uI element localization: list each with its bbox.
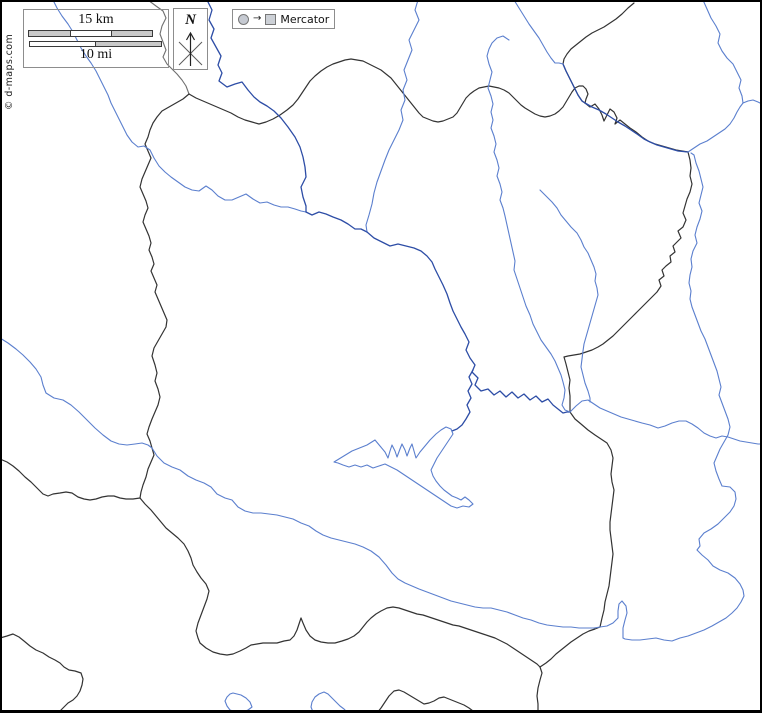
river-from-top-center bbox=[366, 0, 419, 232]
compass-rose-icon bbox=[175, 29, 206, 67]
boundary-to-river-junction bbox=[540, 627, 600, 667]
boundary-ne-from-top bbox=[563, 3, 634, 103]
scale-bar-segment bbox=[111, 31, 152, 36]
river-reservoir-channel bbox=[452, 370, 473, 431]
river-mid-se bbox=[540, 190, 598, 402]
projection-arrow-icon: → bbox=[253, 14, 261, 24]
reservoir-outline bbox=[334, 427, 473, 508]
scale-km-label: 15 km bbox=[24, 12, 168, 28]
scale-bar-km bbox=[28, 30, 153, 37]
river-southwest-long bbox=[0, 338, 600, 628]
projection-name: Mercator bbox=[280, 13, 329, 26]
river-ne-dark bbox=[563, 64, 688, 152]
boundary-west bbox=[140, 94, 189, 498]
map-canvas: © d-maps.com 15 km 10 mi N → Mercator bbox=[0, 0, 762, 713]
boundary-from-west-edge bbox=[0, 459, 140, 500]
river-center-ns bbox=[487, 36, 570, 412]
pond-east bbox=[311, 692, 347, 712]
boundary-east bbox=[564, 152, 692, 627]
scale-bar-segment bbox=[30, 42, 95, 46]
river-main-upper bbox=[306, 212, 367, 232]
boundary-sw-corner bbox=[0, 634, 83, 713]
scale-mi-label: 10 mi bbox=[24, 47, 168, 63]
scale-bar-segment bbox=[70, 31, 110, 36]
sphere-icon bbox=[238, 14, 249, 25]
boundary-diagonal-se bbox=[140, 498, 540, 667]
pond-west bbox=[225, 693, 252, 712]
projection-legend: → Mercator bbox=[232, 9, 335, 29]
river-ne-feeder bbox=[514, 0, 563, 64]
river-ne-corner-inflow bbox=[703, 0, 743, 103]
map-frame bbox=[1, 1, 761, 712]
scale-bar-segment bbox=[29, 31, 70, 36]
north-label: N bbox=[174, 11, 207, 29]
scale-bar-segment bbox=[95, 42, 161, 46]
credit-text: © d-maps.com bbox=[4, 34, 15, 110]
river-ne-outflow bbox=[688, 100, 762, 152]
plane-icon bbox=[265, 14, 276, 25]
compass-box: N bbox=[173, 8, 208, 70]
boundary-south-exit bbox=[537, 667, 542, 713]
outline-map bbox=[0, 0, 762, 713]
scale-box: 15 km 10 mi bbox=[23, 9, 169, 68]
boundary-bottom-bump bbox=[377, 690, 476, 713]
river-main-meanders bbox=[367, 232, 570, 413]
